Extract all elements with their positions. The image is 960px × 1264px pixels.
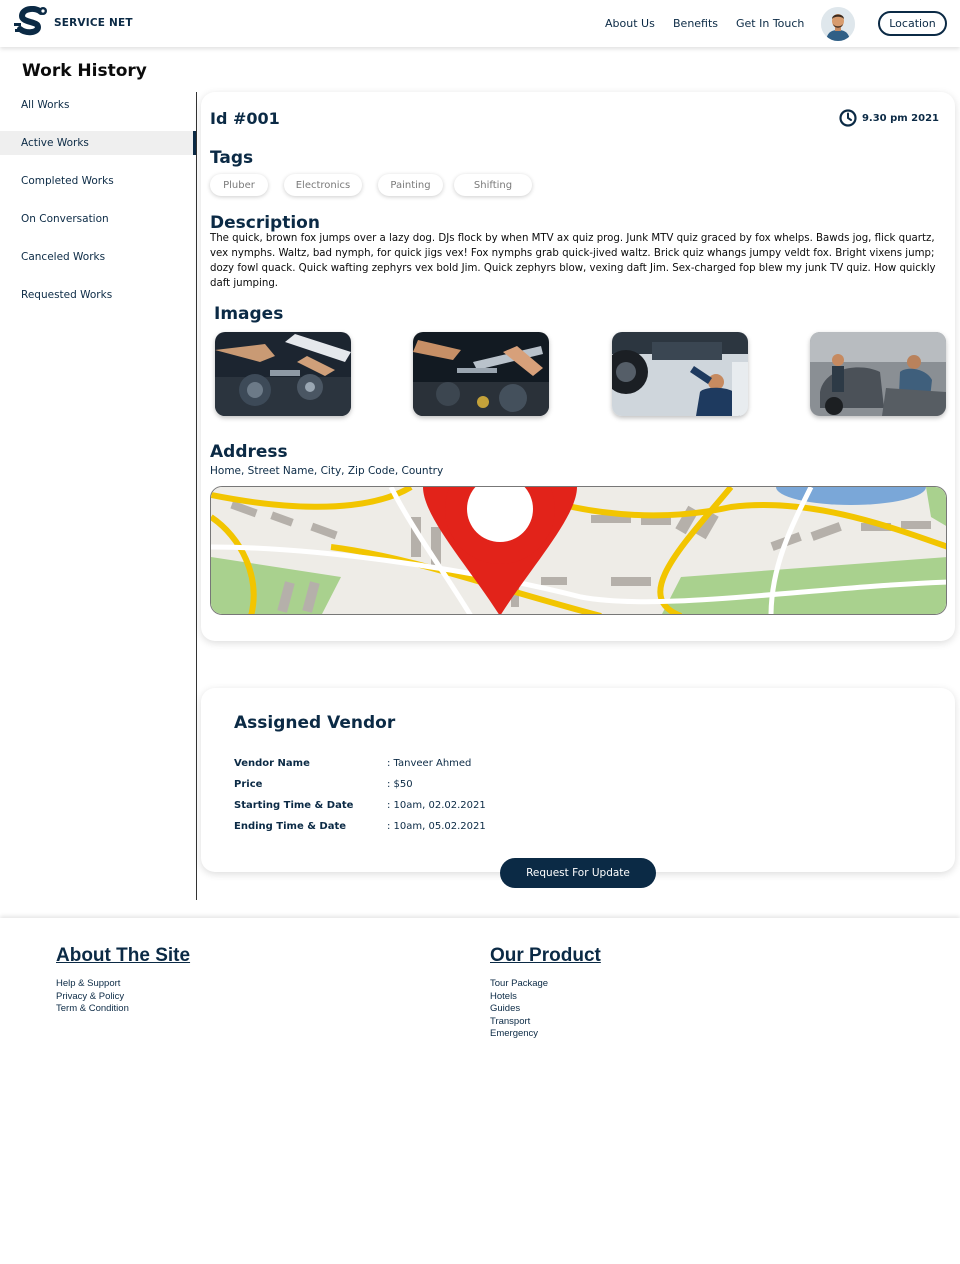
work-detail-card: Id #001 9.30 pm 2021 Tags Pluber Electro…: [201, 92, 955, 641]
tag-chip[interactable]: Painting: [378, 174, 443, 196]
sidebar-item-on-conversation[interactable]: On Conversation: [0, 207, 196, 231]
sidebar-item-active-works[interactable]: Active Works: [0, 131, 196, 155]
location-map[interactable]: [210, 486, 947, 615]
sidebar-item-requested-works[interactable]: Requested Works: [0, 283, 196, 307]
work-image-thumbnail[interactable]: [413, 332, 549, 416]
service-net-logo-icon: [14, 6, 47, 36]
page-title: Work History: [22, 61, 147, 81]
price-value: : $50: [387, 779, 413, 790]
footer-link-transport[interactable]: Transport: [490, 1016, 530, 1027]
end-time-value: : 10am, 05.02.2021: [387, 821, 486, 832]
undercar-mechanic-image: [612, 332, 748, 416]
vendor-name-label: Vendor Name: [234, 758, 310, 769]
description-text: The quick, brown fox jumps over a lazy d…: [210, 233, 936, 289]
footer-product-title: Our Product: [490, 945, 601, 966]
request-update-button[interactable]: Request For Update: [500, 858, 656, 888]
address-text: Home, Street Name, City, Zip Code, Count…: [210, 465, 444, 477]
sidebar-item-completed-works[interactable]: Completed Works: [0, 169, 196, 193]
footer-link-tour-package[interactable]: Tour Package: [490, 978, 548, 989]
sidebar-divider: [196, 92, 197, 900]
tags-heading: Tags: [210, 148, 254, 168]
wrench-repair-image: [413, 332, 549, 416]
footer-link-hotels[interactable]: Hotels: [490, 991, 517, 1002]
map-graphic: [211, 487, 946, 614]
work-image-thumbnail[interactable]: [215, 332, 351, 416]
user-avatar[interactable]: [821, 7, 855, 41]
images-heading: Images: [214, 304, 284, 324]
work-time: 9.30 pm 2021: [839, 109, 939, 127]
nav-about-us[interactable]: About Us: [605, 17, 655, 30]
address-heading: Address: [210, 442, 288, 462]
garage-mechanics-image: [810, 332, 946, 416]
start-time-label: Starting Time & Date: [234, 800, 354, 811]
footer-about-title: About The Site: [56, 945, 191, 966]
start-time-value: : 10am, 02.02.2021: [387, 800, 486, 811]
tag-chip[interactable]: Shifting: [454, 174, 532, 196]
footer-link-emergency[interactable]: Emergency: [490, 1028, 538, 1039]
vendor-heading: Assigned Vendor: [234, 713, 396, 733]
end-time-label: Ending Time & Date: [234, 821, 347, 832]
user-portrait-icon: [821, 7, 855, 41]
brand-name: SERVICE NET: [54, 17, 133, 29]
sidebar-item-all-works[interactable]: All Works: [0, 93, 196, 117]
clock-icon: [839, 109, 857, 127]
nav-get-in-touch[interactable]: Get In Touch: [736, 17, 804, 30]
work-image-thumbnail[interactable]: [612, 332, 748, 416]
work-image-thumbnail[interactable]: [810, 332, 946, 416]
tag-chip[interactable]: Pluber: [210, 174, 268, 196]
tag-chip[interactable]: Electronics: [284, 174, 362, 196]
sidebar-item-canceled-works[interactable]: Canceled Works: [0, 245, 196, 269]
work-time-text: 9.30 pm 2021: [861, 112, 939, 124]
vendor-name-value: : Tanveer Ahmed: [387, 758, 472, 769]
footer-link-help-support[interactable]: Help & Support: [56, 978, 120, 989]
footer-link-privacy-policy[interactable]: Privacy & Policy: [56, 991, 124, 1002]
assigned-vendor-card: Assigned Vendor Vendor Name : Tanveer Ah…: [201, 688, 955, 872]
footer-link-term-condition[interactable]: Term & Condition: [56, 1003, 129, 1014]
engine-repair-image: [215, 332, 351, 416]
work-id: Id #001: [210, 109, 280, 128]
top-navbar: SERVICE NET About Us Benefits Get In Tou…: [0, 0, 960, 47]
price-label: Price: [234, 779, 263, 790]
description-heading: Description: [210, 213, 320, 233]
brand-logo[interactable]: SERVICE NET: [14, 6, 133, 40]
location-button[interactable]: Location: [878, 11, 947, 36]
site-footer: About The Site Help & Support Privacy & …: [0, 918, 960, 1264]
footer-link-guides[interactable]: Guides: [490, 1003, 520, 1014]
nav-benefits[interactable]: Benefits: [673, 17, 718, 30]
